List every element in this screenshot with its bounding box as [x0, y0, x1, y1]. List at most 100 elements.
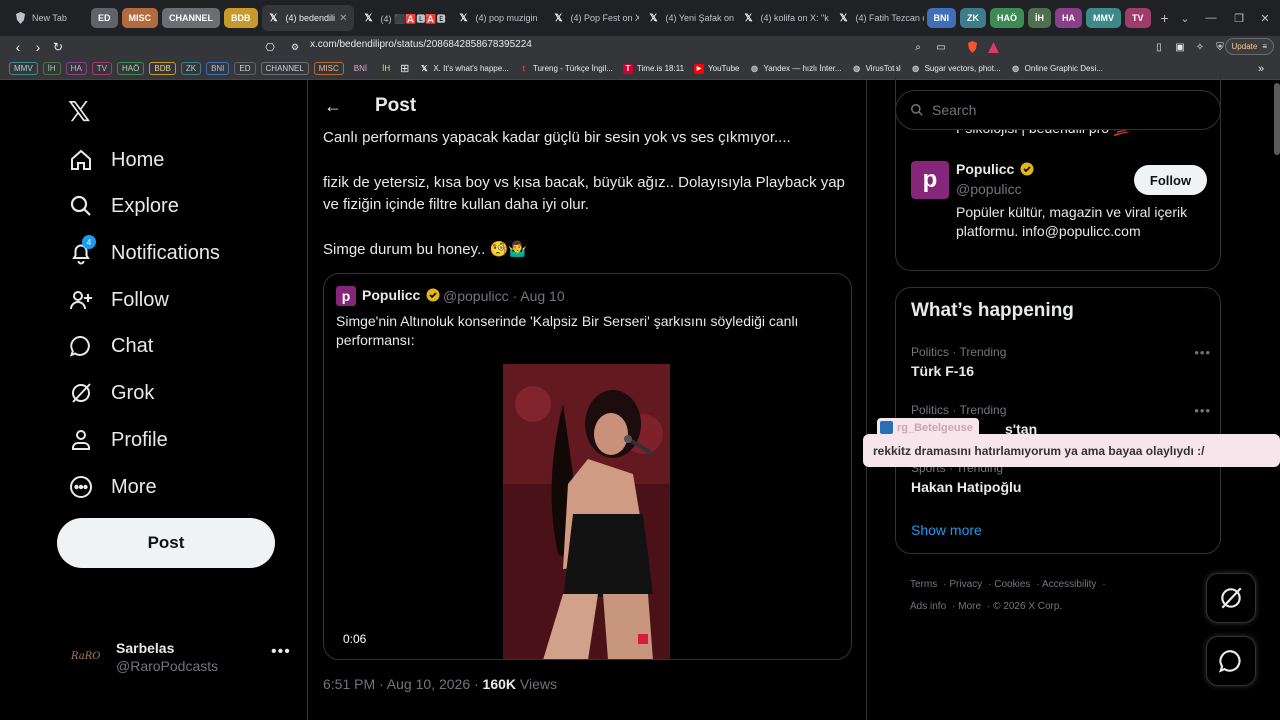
bookmark-group-ih[interactable]: İH — [42, 62, 61, 75]
account-switcher[interactable]: RaRO Sarbelas @RaroPodcasts ••• — [68, 637, 298, 677]
bookmark-group-bni-2[interactable]: BNİ — [348, 62, 373, 75]
bookmark-group-hao[interactable]: HAÖ — [117, 62, 145, 75]
sidebar-toggle-icon[interactable]: ▯ — [1149, 37, 1169, 57]
populicc-avatar[interactable]: p — [911, 161, 949, 199]
url-field[interactable]: x.com/bedendilipro/status/20868428586783… — [310, 39, 532, 50]
quoted-text: Simge'nin Altınoluk konserinde 'Kalpsiz … — [336, 313, 799, 348]
show-more-link[interactable]: Show more — [911, 522, 982, 538]
bookmark-group-mmv[interactable]: MMV — [9, 62, 38, 75]
bookmark-group-ih-2[interactable]: İH — [377, 62, 396, 75]
scrollbar[interactable] — [1274, 83, 1280, 155]
nav-chat[interactable]: Chat — [68, 326, 153, 366]
search-input[interactable] — [932, 102, 1202, 118]
bookmark-x[interactable]: 𝕏 X. It's what's happe... — [419, 64, 509, 74]
time-icon: T — [622, 63, 633, 74]
chat-icon — [1218, 650, 1241, 673]
tab-6[interactable]: 𝕏 (4) kolifa on X: "k — [737, 5, 829, 31]
more-dots-icon[interactable]: ••• — [271, 643, 291, 661]
follow-button[interactable]: Follow — [1134, 165, 1207, 195]
bookmark-group-bdb[interactable]: BDB — [149, 62, 176, 75]
bookmark-group-ha[interactable]: HA — [65, 62, 87, 75]
bookmark-youtube[interactable]: ▶ YouTube — [694, 63, 739, 74]
footer-more[interactable]: More — [958, 601, 981, 612]
more-bookmarks-icon[interactable]: » — [1258, 63, 1264, 75]
footer-accessibility[interactable]: Accessibility — [1042, 579, 1096, 590]
tab-group-tv[interactable]: TV — [1125, 8, 1151, 28]
bookmark-group-bni[interactable]: BNI — [206, 62, 230, 75]
bookmark-yandex[interactable]: ◍ Yandex — hızlı İnter... — [749, 64, 842, 74]
footer-ads-info[interactable]: Ads info — [910, 601, 946, 612]
nav-label: Grok — [111, 381, 155, 404]
chat-fab-button[interactable] — [1206, 636, 1256, 686]
post-button[interactable]: Post — [57, 518, 275, 568]
bookmark-group-channel[interactable]: CHANNEL — [260, 62, 309, 75]
zoom-icon[interactable]: ⌕ — [908, 37, 928, 57]
x-icon: 𝕏 — [421, 64, 428, 73]
nav-profile[interactable]: Profile — [68, 420, 168, 460]
tab-group-misc[interactable]: MISC — [121, 8, 159, 28]
close-window-icon[interactable]: ✕ — [1240, 0, 1280, 36]
footer-terms[interactable]: Terms — [910, 579, 937, 590]
tab-group-zk[interactable]: ZK — [960, 8, 987, 28]
bookmark-tureng[interactable]: t Tureng - Türkçe İngil... — [519, 64, 613, 74]
brave-rewards-icon[interactable] — [983, 37, 1003, 57]
tab-5[interactable]: 𝕏 (4) Yeni Şafak on — [642, 5, 733, 31]
tab-group-ed[interactable]: ED — [91, 8, 118, 28]
brave-shield-icon[interactable] — [962, 37, 982, 57]
cast-icon[interactable]: ▭ — [931, 37, 951, 57]
home-icon — [68, 147, 94, 173]
quoted-post[interactable]: p Populicc @populicc · Aug 10 Simge'nin … — [323, 273, 852, 660]
search-box[interactable] — [895, 90, 1221, 130]
tab-3[interactable]: 𝕏 (4) pop muzigin — [452, 5, 544, 31]
trend-item[interactable]: Politics · Trending Türk F-16 ••• — [911, 345, 1211, 379]
tab-bedendili[interactable]: 𝕏 (4) bedendili ✕ — [261, 5, 354, 31]
performer-image — [503, 364, 670, 659]
bookmark-virustotal[interactable]: ◍ VirusTotal — [852, 64, 900, 74]
wallet-icon[interactable]: ▣ — [1170, 37, 1190, 57]
footer-cookies[interactable]: Cookies — [994, 579, 1030, 590]
tab-new-tab[interactable]: New Tab — [8, 5, 88, 31]
video-player[interactable] — [503, 364, 670, 659]
bookmark-group-tv[interactable]: TV — [91, 62, 113, 75]
update-button[interactable]: Update ≡ — [1224, 38, 1274, 55]
bookmark-group-zk[interactable]: ZK — [180, 62, 202, 75]
more-dots-icon[interactable]: ••• — [1194, 345, 1211, 360]
tab-label: (4) Fatih Tezcan o — [855, 13, 924, 23]
tab-label: (4) kolifa on X: "k — [760, 13, 829, 23]
nav-grok[interactable]: Grok — [68, 373, 154, 413]
bookmark-icon[interactable]: ⎔ — [260, 37, 280, 57]
back-arrow-icon[interactable]: ← — [324, 96, 342, 117]
tab-group-channel[interactable]: CHANNEL — [162, 8, 221, 28]
tab-group-ih[interactable]: İH — [1028, 8, 1052, 28]
tab-label: (4) ⬛🅰️🅻🅰️🅴 — [380, 13, 446, 24]
reload-icon[interactable]: ↻ — [48, 37, 68, 57]
grok-fab-button[interactable] — [1206, 573, 1256, 623]
forward-icon[interactable]: › — [28, 37, 48, 57]
tab-4[interactable]: 𝕏 (4) Pop Fest on X — [547, 5, 638, 31]
nav-follow[interactable]: Follow — [68, 280, 169, 320]
close-icon[interactable]: ✕ — [335, 13, 347, 24]
tab-7[interactable]: 𝕏 (4) Fatih Tezcan o — [832, 5, 924, 31]
footer-privacy[interactable]: Privacy — [949, 579, 982, 590]
bookmark-group-ed[interactable]: ED — [234, 62, 256, 75]
site-info-icon[interactable]: ⚙ — [285, 37, 305, 57]
nav-explore[interactable]: Explore — [68, 186, 179, 226]
nav-home[interactable]: Home — [68, 140, 164, 180]
nav-notifications[interactable]: 4 Notifications — [68, 233, 220, 273]
extensions-icon[interactable]: ✧ — [1190, 37, 1210, 57]
tab-group-mmv[interactable]: MMV — [1086, 8, 1122, 28]
back-icon[interactable]: ‹ — [8, 37, 28, 57]
bookmark-timeis[interactable]: T Time.is 18:11 — [622, 63, 684, 74]
tab-group-hao[interactable]: HAÖ — [990, 8, 1025, 28]
more-dots-icon[interactable]: ••• — [1194, 403, 1211, 418]
bookmark-group-misc[interactable]: MISC — [313, 62, 344, 75]
tab-2[interactable]: 𝕏 (4) ⬛🅰️🅻🅰️🅴 — [357, 5, 449, 31]
x-logo-icon[interactable]: 𝕏 — [68, 95, 91, 128]
nav-more[interactable]: More — [68, 467, 157, 507]
tab-group-bni[interactable]: BNI — [926, 8, 957, 28]
apps-icon[interactable]: ⊞ — [400, 62, 409, 75]
tab-group-bdb[interactable]: BDB — [224, 8, 258, 28]
suggested-account-name[interactable]: Populicc — [956, 161, 1034, 177]
youtube-icon: ▶ — [694, 63, 705, 74]
tab-group-ha[interactable]: HA — [1055, 8, 1083, 28]
